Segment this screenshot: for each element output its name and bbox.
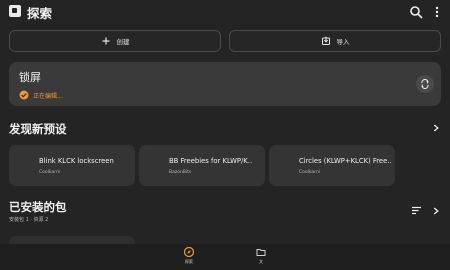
nav-item-files[interactable]: 文: [249, 247, 273, 270]
chevron-right-icon[interactable]: [432, 124, 440, 132]
preset-author: BazonBits: [169, 170, 192, 175]
bottom-navigation: 探索 文: [0, 244, 450, 270]
folder-icon: [256, 249, 266, 256]
import-label: 导入: [336, 38, 350, 46]
check-circle-icon: [19, 90, 29, 100]
top-app-bar: 探索: [0, 0, 450, 24]
preset-title: BB Freebies for KLWP/K‥: [169, 157, 253, 165]
create-label: 创建: [116, 38, 130, 46]
preset-title: Circles (KLWP+KLCK) Free‥: [299, 157, 391, 165]
import-button[interactable]: 导入: [229, 30, 441, 52]
preset-list-item[interactable]: BB Freebies for KLWP/K‥ BazonBits: [139, 145, 265, 186]
import-icon: [321, 36, 330, 45]
installed-section-title: 已安装的包: [9, 200, 67, 214]
chevron-right-icon[interactable]: [432, 207, 440, 215]
discover-section-title: 发现新预设: [9, 122, 67, 136]
create-button[interactable]: 创建: [9, 30, 221, 52]
nav-explore-label: 探索: [185, 259, 193, 264]
plus-icon: [102, 37, 109, 45]
nav-item-explore[interactable]: 探索: [177, 247, 201, 270]
installed-subtitle: 安装包 1 · 资源 2: [9, 217, 49, 223]
status-text: 正在编辑...: [33, 92, 63, 100]
search-icon[interactable]: [409, 4, 423, 19]
nav-files-label: 文: [259, 259, 263, 264]
preset-list-item[interactable]: Circles (KLWP+KLCK) Free‥ Coolkarni: [269, 145, 395, 186]
preset-author: Coolkarni: [39, 170, 61, 175]
preset-author: Coolkarni: [299, 170, 321, 175]
app-logo-icon: [9, 5, 21, 17]
sync-button[interactable]: [416, 75, 434, 93]
sort-icon[interactable]: [411, 206, 422, 215]
current-preset-card[interactable]: 锁屏 正在编辑...: [9, 62, 441, 106]
preset-list-item[interactable]: Blink KLCK lockscreen Coolkarni: [9, 145, 135, 186]
page-title: 探索: [27, 6, 53, 21]
compass-icon: [184, 247, 194, 257]
preset-title: Blink KLCK lockscreen: [39, 157, 114, 165]
preset-status: 正在编辑...: [19, 90, 63, 100]
current-preset-name: 锁屏: [19, 71, 41, 84]
more-vertical-icon[interactable]: [430, 4, 444, 18]
sync-icon: [421, 79, 429, 89]
